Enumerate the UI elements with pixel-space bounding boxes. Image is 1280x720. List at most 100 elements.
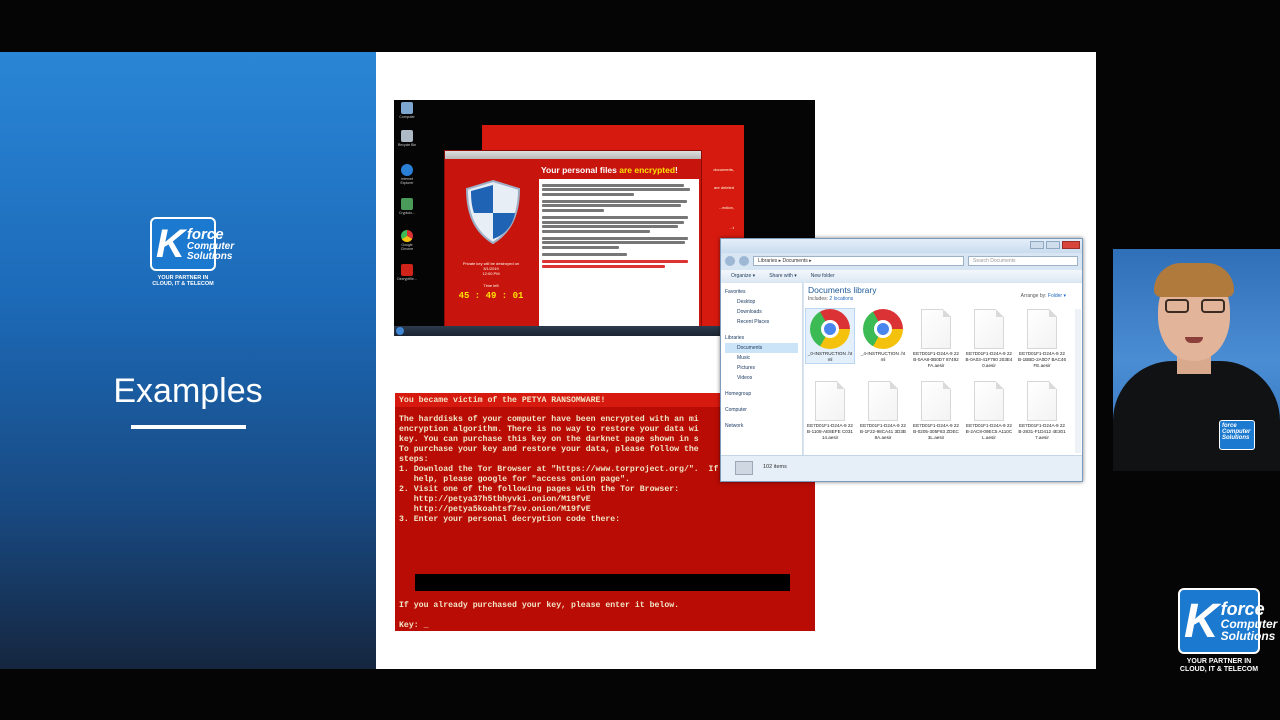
file-item[interactable]: EE7D01F1-D24A-9 22B-1F22-98CA41 3D3B8A.a…: [859, 381, 907, 441]
cryptolocker-window: Your personal files are encrypted! Priva…: [444, 150, 702, 330]
chrome-html-icon: [863, 309, 903, 349]
file-item[interactable]: EE7D01F1-D24A-9 22B-0AA8-0B0D7 87492FA.a…: [912, 309, 960, 369]
bg-fragment: are deleted: [713, 185, 734, 190]
blank-file-icon: [1027, 381, 1057, 421]
blank-file-icon: [921, 381, 951, 421]
new-folder-button[interactable]: New folder: [811, 273, 835, 279]
glasses-icon: [1165, 299, 1225, 315]
status-bar: 102 items: [721, 455, 1082, 481]
explorer-window: Libraries ▸ Documents ▸ Search Documents…: [720, 238, 1083, 482]
slide-title-panel: K force Computer Solutions YOUR PARTNER …: [0, 52, 376, 669]
forward-icon[interactable]: [739, 256, 749, 266]
presenter-hair: [1154, 263, 1234, 297]
blank-file-icon: [1027, 309, 1057, 349]
file-item[interactable]: _4-INSTRUCTION .html: [859, 309, 907, 363]
blank-file-icon: [868, 381, 898, 421]
minimize-button[interactable]: [1030, 241, 1044, 249]
google-chrome-icon: Google Chrome: [397, 230, 417, 251]
desktop-icons: Computer Recycle Bin Internet Explorer C…: [394, 100, 420, 336]
command-bar: Organize ▾ Share with ▾ New folder: [721, 270, 1082, 282]
logo-k: K: [1184, 594, 1219, 648]
shirt-logo: force Computer Solutions: [1219, 420, 1255, 450]
logo-word-force: force: [1220, 599, 1265, 619]
nav-network[interactable]: Network: [725, 421, 798, 431]
logo-tagline: YOUR PARTNER IN CLOUD, IT & TELECOM: [1180, 658, 1258, 673]
logo-word-computer: Computer: [186, 240, 235, 252]
file-item[interactable]: EE7D01F1-D24A-9 22B-2AC8-09EC5 A110CL.ae…: [965, 381, 1013, 441]
presentation-slide: K force Computer Solutions YOUR PARTNER …: [0, 52, 1096, 669]
blank-file-icon: [921, 309, 951, 349]
library-includes: Includes: 2 locations: [808, 296, 854, 302]
logo-tagline-1: YOUR PARTNER IN: [1186, 658, 1252, 665]
file-item[interactable]: _0-INSTRUCTION .html: [805, 308, 855, 364]
nav-item-music[interactable]: Music: [725, 353, 798, 363]
arrange-by: Arrange by: Folder ▾: [1020, 293, 1066, 299]
back-icon[interactable]: [725, 256, 735, 266]
destroy-deadline: Private key will be destroyed on 3/1/201…: [462, 261, 520, 277]
nav-item-pictures[interactable]: Pictures: [725, 363, 798, 373]
search-input[interactable]: Search Documents: [968, 256, 1078, 266]
nav-item-downloads[interactable]: Downloads: [725, 307, 798, 317]
logo-word-solutions: Solutions: [1220, 629, 1276, 643]
nav-favorites[interactable]: Favorites: [725, 287, 798, 297]
close-button[interactable]: [1062, 241, 1080, 249]
nav-homegroup[interactable]: Homegroup: [725, 389, 798, 399]
slide-title: Examples: [113, 372, 263, 410]
file-item[interactable]: EE7D01F1-D24A-9 22B-0A03-41F780 203E40.a…: [965, 309, 1013, 369]
logo-tagline-2: CLOUD, IT & TELECOM: [152, 281, 214, 288]
blank-file-icon: [974, 381, 1004, 421]
presenter-shirt: [1113, 361, 1280, 471]
shield-icon: [465, 179, 521, 245]
logo-tagline-2: CLOUD, IT & TELECOM: [1179, 665, 1259, 673]
library-title: Documents library: [808, 285, 877, 295]
nav-item-recent-places[interactable]: Recent Places: [725, 317, 798, 327]
title-underline: [131, 425, 246, 429]
file-item[interactable]: EE7D01F1-D24A-9 22B-2831-F1D412 4E3017.a…: [1018, 381, 1066, 441]
logo-word-force: force: [186, 225, 224, 243]
nav-computer[interactable]: Computer: [725, 405, 798, 415]
bg-fragment: ...ection,: [718, 205, 734, 210]
address-row: Libraries ▸ Documents ▸ Search Documents: [725, 255, 1078, 267]
vertical-scrollbar[interactable]: [1075, 309, 1081, 453]
ransom-instructions-panel: [539, 179, 699, 327]
kforce-logo: K force Computer Solutions YOUR PARTNER …: [150, 217, 234, 287]
cryptolocker-app-icon: Cryptolo...: [397, 198, 417, 215]
maximize-button[interactable]: [1046, 241, 1060, 249]
file-list-pane: Documents library Includes: 2 locations …: [804, 283, 1082, 455]
bg-fragment: ...t: [729, 225, 734, 230]
countdown-timer: 45 : 49 : 01: [458, 291, 524, 301]
share-with-button[interactable]: Share with ▾: [769, 273, 797, 279]
chrome-html-icon: [810, 309, 850, 349]
navigation-pane: Favorites Desktop Downloads Recent Place…: [721, 283, 803, 455]
start-button-icon[interactable]: [396, 327, 404, 335]
recycle-bin-icon: Recycle Bin: [397, 130, 417, 147]
key-input[interactable]: Key: _: [399, 621, 679, 631]
bg-fragment: documents,: [713, 167, 734, 172]
logo-mark: K force Computer Solutions: [1178, 588, 1277, 654]
nav-item-desktop[interactable]: Desktop: [725, 297, 798, 307]
organize-button[interactable]: Organize ▾: [731, 273, 755, 279]
window-titlebar[interactable]: [445, 151, 701, 159]
blank-file-icon: [815, 381, 845, 421]
nav-item-documents[interactable]: Documents: [725, 343, 798, 353]
locations-link[interactable]: 2 locations: [829, 296, 853, 302]
logo-tagline: YOUR PARTNER IN CLOUD, IT & TELECOM: [152, 275, 213, 287]
arrange-by-dropdown[interactable]: Folder ▾: [1048, 293, 1066, 299]
screen: K force Computer Solutions YOUR PARTNER …: [0, 0, 1280, 720]
address-bar[interactable]: Libraries ▸ Documents ▸: [753, 256, 964, 266]
blank-file-icon: [974, 309, 1004, 349]
computer-icon: Computer: [397, 102, 417, 119]
explorer-titlebar[interactable]: [721, 239, 1082, 253]
decrypt-file-icon: Decryptfile...: [397, 264, 417, 281]
logo-k: K: [156, 221, 185, 266]
nav-libraries[interactable]: Libraries: [725, 333, 798, 343]
file-item[interactable]: EE7D01F1-D24A-9 22B-1BBD-2A0D7 BAC46FE.a…: [1018, 309, 1066, 369]
file-item[interactable]: EE7D01F1-D24A-9 22B-0205-305F83 ZDEC3L.a…: [912, 381, 960, 441]
kforce-watermark-logo: K force Computer Solutions YOUR PARTNER …: [1178, 588, 1277, 673]
presenter-webcam: force Computer Solutions: [1113, 249, 1280, 471]
nav-item-videos[interactable]: Videos: [725, 373, 798, 383]
library-icon: [735, 461, 753, 475]
ransom-heading: Your personal files are encrypted!: [541, 165, 678, 175]
decryption-code-bar: [415, 574, 790, 591]
file-item[interactable]: EE7D01F1-D24A-9 22B-1108-AE8EFE C03114.a…: [806, 381, 854, 441]
